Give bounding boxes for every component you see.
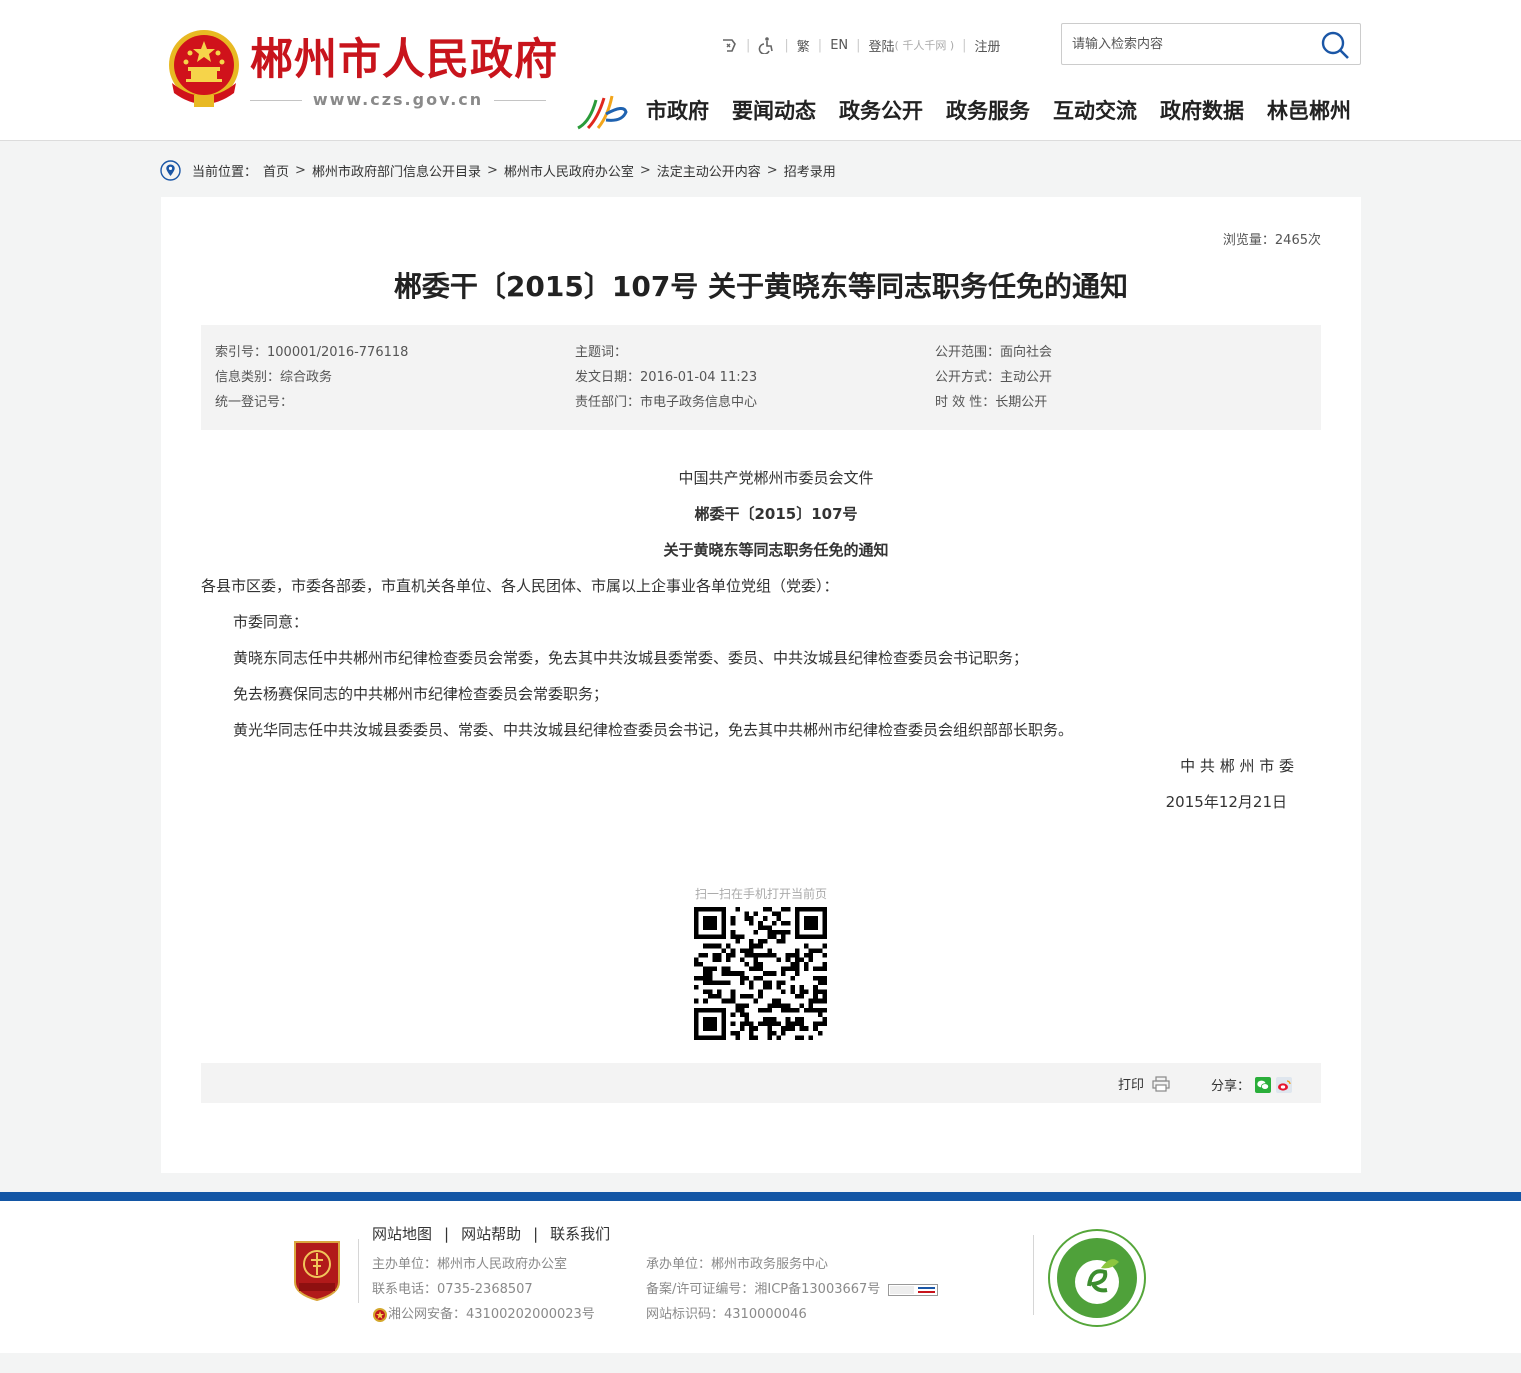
page-title: 郴委干〔2015〕107号 关于黄晓东等同志职务任免的通知 xyxy=(393,270,1129,303)
police-badge-icon xyxy=(373,1308,387,1322)
meta-scope: 公开范围：面向社会 xyxy=(935,345,1053,360)
nav-item-linyi-chenzhou[interactable]: 林邑郴州 xyxy=(1267,96,1351,126)
top-links: | | 繁 | EN | 登陆 ( 千人千网 ) | 注册 xyxy=(720,36,1001,55)
login-subtext: ( 千人千网 ) xyxy=(894,39,955,52)
weibo-share-icon[interactable] xyxy=(1276,1076,1293,1093)
site-url: www.czs.gov.cn xyxy=(250,90,546,110)
view-count: 浏览量：2465次 xyxy=(1222,233,1321,248)
barrier-free-icon[interactable] xyxy=(720,36,738,54)
location-pin-icon xyxy=(160,159,181,181)
meta-category: 信息类别：综合政务 xyxy=(215,370,333,385)
meta-index-number: 索引号：100001/2016-776118 xyxy=(215,345,409,360)
footer-links: 网站地图 | 网站帮助 | 联系我们 xyxy=(372,1223,611,1244)
register-link[interactable]: 注册 xyxy=(975,36,1001,55)
footer-host: 主办单位：郴州市人民政府办公室 xyxy=(372,1257,568,1272)
nav-item-interaction[interactable]: 互动交流 xyxy=(1053,96,1137,126)
icp-badge-icon xyxy=(888,1284,939,1296)
site-url-text: www.czs.gov.cn xyxy=(312,90,484,109)
printer-icon xyxy=(1152,1075,1170,1092)
document-number: 郴委干〔2015〕107号 xyxy=(694,505,858,523)
breadcrumb: 当前位置： 首页 > 郴州市政府部门信息公开目录 > 郴州市人民政府办公室 > … xyxy=(160,159,836,181)
search-icon[interactable] xyxy=(1320,30,1350,60)
article-toolbar: 打印 分享： xyxy=(201,1063,1321,1103)
footer-security-text[interactable]: 湘公网安备：43100202000023号 xyxy=(388,1305,595,1325)
search-box xyxy=(1061,23,1361,65)
party-government-badge-icon xyxy=(294,1241,340,1301)
wechat-share-icon[interactable] xyxy=(1255,1076,1272,1093)
document-signature: 中 共 郴 州 市 委 xyxy=(1180,757,1294,775)
footer-security-record: 湘公网安备：43100202000023号 xyxy=(372,1305,595,1325)
footer-icp-text[interactable]: 备案/许可证编号：湘ICP备13003667号 xyxy=(646,1280,880,1300)
meta-registration-number: 统一登记号： xyxy=(215,395,294,410)
breadcrumb-statutory-disclosure[interactable]: 法定主动公开内容 xyxy=(657,161,761,180)
breadcrumb-government-office[interactable]: 郴州市人民政府办公室 xyxy=(504,161,634,180)
footer-operator: 承办单位：郴州市政务服务中心 xyxy=(646,1257,829,1272)
document-paragraph: 市委同意： xyxy=(233,613,309,631)
qr-code-icon xyxy=(694,907,827,1040)
share-label: 分享： xyxy=(1211,1079,1251,1094)
document-paragraph: 黄光华同志任中共汝城县委委员、常委、中共汝城县纪律检查委员会书记，免去其中共郴州… xyxy=(233,721,1074,739)
document-paragraph: 免去杨赛保同志的中共郴州市纪律检查委员会常委职务； xyxy=(233,685,609,703)
meta-keyword: 主题词： xyxy=(575,345,628,360)
nav-item-government-data[interactable]: 政府数据 xyxy=(1160,96,1244,126)
meta-department: 责任部门：市电子政务信息中心 xyxy=(575,395,758,410)
meta-validity: 时 效 性：长期公开 xyxy=(935,395,1048,410)
site-name: 郴州市人民政府 xyxy=(250,35,558,85)
article-panel: 浏览量：2465次 郴委干〔2015〕107号 关于黄晓东等同志职务任免的通知 … xyxy=(161,197,1361,1173)
footer-phone: 联系电话：0735-2368507 xyxy=(372,1282,533,1297)
site-header: 郴州市人民政府 www.czs.gov.cn | | 繁 | EN | 登陆 (… xyxy=(0,0,1521,141)
national-emblem-icon xyxy=(169,30,239,107)
nav-item-news[interactable]: 要闻动态 xyxy=(732,96,816,126)
document-metadata: 索引号：100001/2016-776118 信息类别：综合政务 统一登记号： … xyxy=(201,325,1321,430)
footer-icp-record: 备案/许可证编号：湘ICP备13003667号 xyxy=(646,1280,939,1300)
nav-item-government-services[interactable]: 政务服务 xyxy=(946,96,1030,126)
footer-help-link[interactable]: 网站帮助 xyxy=(461,1223,521,1244)
login-link[interactable]: 登陆 xyxy=(869,36,895,55)
document-addressee: 各县市区委，市委各部委，市直机关各单位、各人民团体、市属以上企事业各单位党组（党… xyxy=(201,577,839,595)
english-link[interactable]: EN xyxy=(830,38,848,53)
share-bar: 分享： xyxy=(1211,1075,1293,1094)
civilized-website-badge-icon[interactable] xyxy=(1047,1228,1147,1328)
meta-method: 公开方式：主动公开 xyxy=(935,370,1053,385)
document-paragraph: 黄晓东同志任中共郴州市纪律检查委员会常委，免去其中共汝城县委常委、委员、中共汝城… xyxy=(233,649,1029,667)
meta-issue-date: 发文日期：2016-01-04 11:23 xyxy=(575,370,758,385)
main-nav: 市政府 要闻动态 政务公开 政务服务 互动交流 政府数据 林邑郴州 xyxy=(646,96,1351,126)
footer-accent-bar xyxy=(0,1192,1521,1201)
print-label: 打印 xyxy=(1118,1078,1145,1093)
search-input[interactable] xyxy=(1072,34,1302,54)
traditional-chinese-link[interactable]: 繁 xyxy=(797,36,810,55)
breadcrumb-recruitment[interactable]: 招考录用 xyxy=(784,161,836,180)
footer-contact-link[interactable]: 联系我们 xyxy=(550,1223,610,1244)
footer-sitemap-link[interactable]: 网站地图 xyxy=(372,1223,432,1244)
document-header-line: 中国共产党郴州市委员会文件 xyxy=(678,469,874,487)
qr-code-label: 扫一扫在手机打开当前页 xyxy=(694,887,827,901)
footer-bottom-strip xyxy=(0,1353,1521,1373)
print-button[interactable]: 打印 xyxy=(1118,1074,1170,1093)
site-footer: 网站地图 | 网站帮助 | 联系我们 主办单位：郴州市人民政府办公室 联系电话：… xyxy=(0,1201,1521,1353)
breadcrumb-department-directory[interactable]: 郴州市政府部门信息公开目录 xyxy=(312,161,481,180)
document-sign-date: 2015年12月21日 xyxy=(1165,793,1287,811)
breadcrumb-home[interactable]: 首页 xyxy=(263,161,289,180)
accessibility-icon[interactable] xyxy=(758,36,776,54)
nav-item-city-government[interactable]: 市政府 xyxy=(646,96,709,126)
nav-brand-icon xyxy=(577,95,628,130)
nav-item-government-affairs-open[interactable]: 政务公开 xyxy=(839,96,923,126)
footer-site-code: 网站标识码：4310000046 xyxy=(646,1307,807,1322)
document-title: 关于黄晓东等同志职务任免的通知 xyxy=(663,541,889,559)
breadcrumb-label: 当前位置： xyxy=(192,164,258,180)
